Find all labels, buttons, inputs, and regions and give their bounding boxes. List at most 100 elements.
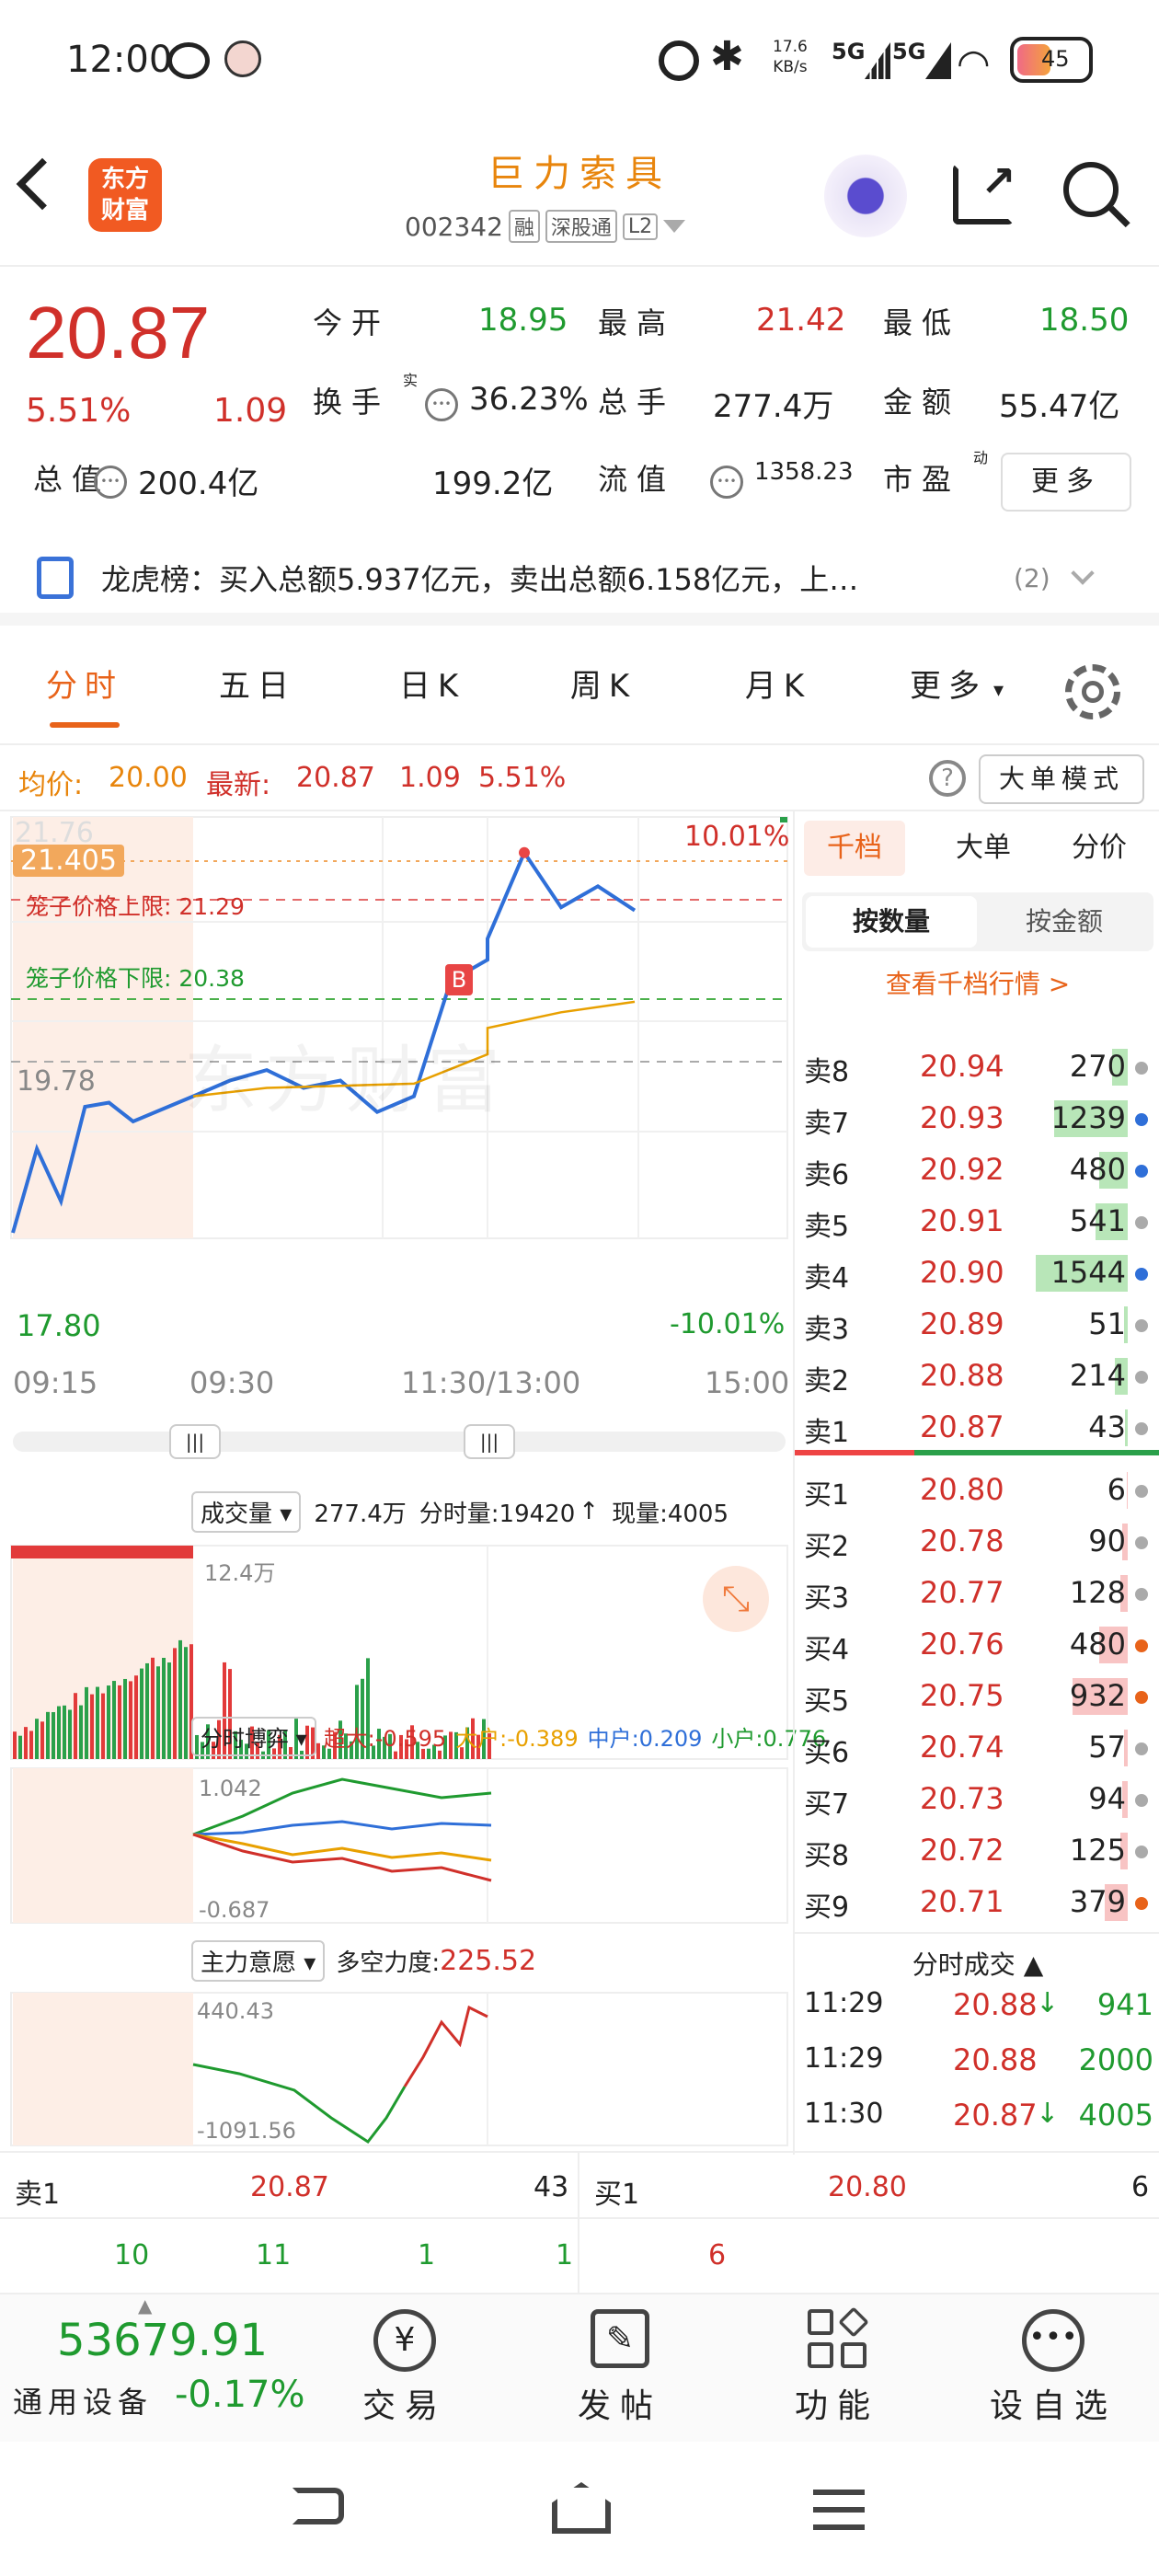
trade-volume: 2000 (1078, 2042, 1153, 2077)
volume-bar (35, 1719, 39, 1759)
book-volume: 43 (1088, 1409, 1126, 1444)
intent-selector[interactable]: 主力意愿 ▾ (191, 1939, 326, 1982)
tab-label: 更多 (909, 668, 987, 705)
book-volume: 541 (1069, 1203, 1126, 1238)
nav-features-label: 功能 (794, 2387, 879, 2425)
toggle-by-amount[interactable]: 按金额 (979, 896, 1150, 948)
book-level-label: 卖8 (804, 1056, 850, 1088)
tab-1[interactable]: 五日 (193, 661, 322, 725)
book-level-label: 卖6 (804, 1159, 850, 1191)
quote-label: 市盈 (883, 462, 961, 497)
tag-l2: L2 (622, 213, 659, 240)
more-button[interactable]: 更多 (1001, 453, 1131, 512)
tab-3[interactable]: 周K (539, 661, 668, 725)
intent-min: -1091.56 (197, 2118, 296, 2144)
trade-volume: 941 (1096, 1987, 1153, 2022)
latest-label: 最新: (206, 769, 271, 801)
book-divider-bid (914, 1450, 1159, 1455)
book-price: 20.72 (920, 1833, 1004, 1868)
volume-bar (85, 1686, 88, 1759)
depth-bar (1127, 1472, 1128, 1509)
change-amount: 1.09 (213, 392, 288, 430)
tab-4[interactable]: 月K (714, 661, 843, 725)
brand-logo[interactable]: 东方 财富 (88, 158, 162, 232)
volume-bar (112, 1681, 116, 1759)
book-dot (1135, 1897, 1148, 1910)
book-price: 20.92 (920, 1152, 1004, 1187)
caret-up-icon[interactable]: ▲ (1024, 1949, 1044, 1980)
document-icon (37, 557, 74, 599)
robot-assistant-icon[interactable] (824, 155, 907, 237)
crosshair-price: 21.405 (13, 845, 124, 877)
volume-bar (57, 1706, 61, 1759)
tab-thousand-levels[interactable]: 千档 (804, 821, 905, 876)
help-icon[interactable]: ? (929, 760, 966, 797)
tab-label: 日K (398, 668, 466, 705)
index-pct: -0.17% (175, 2374, 305, 2416)
more-dots-icon[interactable]: ••• (710, 466, 743, 499)
buy-marker: B (445, 964, 473, 995)
tab-big-orders[interactable]: 大单 (933, 821, 1034, 876)
dragon-tiger-notice[interactable]: 龙虎榜：买入总额5.937亿元，卖出总额6.158亿元，上… (2) (0, 543, 1159, 626)
nav-features[interactable]: 功能 (773, 2306, 901, 2427)
order-queue: 卖1 20.87 43 买1 20.80 6 10 11 1 1 6 (0, 2151, 1159, 2296)
time-axis-label: 09:15 (13, 1365, 98, 1400)
toggle-by-quantity[interactable]: 按数量 (806, 896, 977, 948)
book-divider (795, 1450, 914, 1455)
more-dots-icon[interactable]: ••• (94, 466, 127, 499)
volume-bar (79, 1705, 83, 1759)
time-axis-label: 09:30 (189, 1365, 275, 1400)
game-selector[interactable]: 分时博弈 ▾ (191, 1716, 316, 1756)
view-thousand-levels-link[interactable]: 查看千档行情 > (795, 964, 1159, 1001)
lower-limit-label: 笼子价格下限: 20.38 (26, 965, 245, 992)
expand-icon[interactable]: ⤡ (703, 1566, 769, 1632)
queue-sell-order: 11 (256, 2239, 292, 2271)
volume-selector[interactable]: 成交量 ▾ (191, 1490, 302, 1533)
quote-label: 今开 (313, 305, 391, 340)
book-volume: 57 (1088, 1730, 1126, 1765)
index-value[interactable]: 53679.91 (57, 2315, 268, 2366)
chart-info-bar: 均价: 20.00 最新: 20.87 1.09 5.51% ? 大单模式 (0, 747, 1159, 811)
system-menu-icon[interactable] (813, 2490, 865, 2530)
time-range-slider[interactable] (13, 1432, 786, 1452)
volume-bar (140, 1668, 143, 1759)
volume-bar (107, 1685, 110, 1759)
book-price: 20.76 (920, 1627, 1004, 1662)
system-nav-bar (0, 2442, 1159, 2576)
tab-price-dist[interactable]: 分价 (1049, 821, 1150, 876)
system-back-icon[interactable] (293, 2488, 344, 2524)
volume-header: 成交量 ▾ 277.4万 分时量:19420 ↑ 现量:4005 (191, 1489, 729, 1535)
volume-bar (46, 1711, 50, 1759)
back-icon[interactable] (16, 157, 69, 211)
more-dots-icon[interactable]: ••• (425, 388, 458, 421)
tab-2[interactable]: 日K (368, 661, 497, 725)
dropdown-icon[interactable] (663, 220, 686, 233)
index-name[interactable]: 通用设备 (13, 2379, 153, 2421)
bottom-nav: ▲ 53679.91 通用设备 -0.17% ¥ 交易 ✎ 发帖 功能 ••• … (0, 2294, 1159, 2442)
trade-time: 11:30 (804, 2098, 884, 2130)
nav-watchlist[interactable]: ••• 设自选 (975, 2309, 1131, 2427)
slider-handle-left[interactable]: ||| (169, 1424, 221, 1459)
slider-handle-right[interactable]: ||| (464, 1424, 515, 1459)
book-volume: 480 (1069, 1627, 1126, 1662)
tab-0[interactable]: 分时 (20, 661, 149, 728)
nav-trade[interactable]: ¥ 交易 (340, 2309, 469, 2427)
trade-time: 11:29 (804, 2042, 884, 2075)
quote-label: 最低 (883, 305, 961, 340)
current-price: 20.87 (26, 292, 211, 374)
chevron-down-icon (1070, 561, 1095, 585)
gear-icon-center (1082, 681, 1104, 703)
status-bar: 12:00 ✱ 17.6 KB/s 5G 5G ◠ 45 (0, 0, 1159, 129)
volume-bar (123, 1678, 127, 1759)
book-volume: 125 (1069, 1833, 1126, 1868)
tab-5[interactable]: 更多 ▾ (892, 661, 1021, 725)
signal-bars-2 (925, 42, 951, 79)
big-order-mode-button[interactable]: 大单模式 (979, 754, 1144, 804)
book-dot (1135, 1371, 1148, 1384)
quote-value: 36.23% (469, 381, 589, 418)
quote-sup: 实 (403, 372, 419, 389)
book-price: 20.75 (920, 1678, 1004, 1713)
nav-post[interactable]: ✎ 发帖 (556, 2309, 684, 2427)
system-home-icon[interactable] (552, 2482, 611, 2534)
book-price: 20.90 (920, 1255, 1004, 1290)
